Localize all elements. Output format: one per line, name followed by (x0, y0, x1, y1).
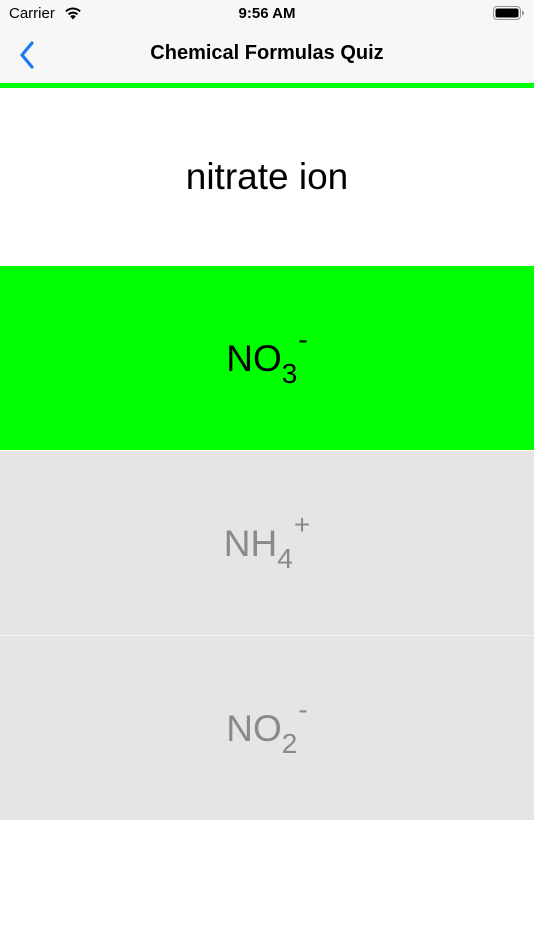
formula-base: NH (223, 522, 278, 564)
status-bar: Carrier 9:56 AM (0, 0, 534, 28)
formula-subscript: 2 (281, 727, 298, 759)
question-text: nitrate ion (185, 156, 349, 197)
battery-icon (493, 6, 525, 25)
answer-option-1[interactable]: NO3- (0, 266, 534, 450)
answer-option-3[interactable]: NO2- (0, 636, 534, 820)
formula-base: NO (226, 707, 282, 749)
formula-superscript: - (298, 693, 308, 725)
status-time: 9:56 AM (238, 5, 296, 22)
answer-option-2[interactable]: NH4+ (0, 451, 534, 636)
chemical-formula: NO2- (226, 695, 307, 757)
navigation-bar: Chemical Formulas Quiz (0, 28, 534, 83)
formula-superscript: + (293, 508, 311, 540)
formula-base: NO (226, 337, 282, 379)
chemical-formula: NO3- (226, 325, 307, 387)
page-title: Chemical Formulas Quiz (150, 42, 384, 64)
chemical-formula: NH4+ (223, 510, 310, 572)
formula-subscript: 4 (277, 542, 293, 574)
formula-superscript: - (298, 323, 308, 355)
formula-subscript: 3 (281, 357, 298, 389)
